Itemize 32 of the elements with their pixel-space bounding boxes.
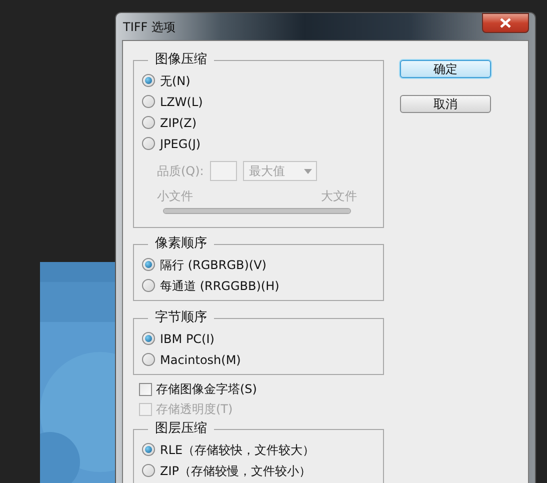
- radio-button[interactable]: [142, 464, 155, 477]
- radio-button[interactable]: [142, 116, 155, 129]
- option-label: LZW(L): [160, 94, 203, 110]
- option-label: ZIP（存储较慢，文件较小）: [160, 462, 311, 480]
- option-label: 隔行 (RGBRGB)(V): [160, 256, 266, 274]
- radio-button[interactable]: [142, 443, 155, 456]
- radio-button[interactable]: [142, 279, 155, 292]
- quality-label: 品质(Q):: [157, 163, 204, 180]
- checkbox[interactable]: [139, 382, 152, 396]
- radio-button[interactable]: [142, 137, 155, 150]
- close-icon: [500, 18, 511, 28]
- dialog-button[interactable]: 确定: [400, 60, 491, 78]
- checkbox-label: 存储图像金字塔(S): [156, 381, 257, 398]
- radio-button[interactable]: [142, 353, 155, 366]
- radio-button[interactable]: [142, 74, 155, 87]
- option-label: IBM PC(I): [160, 330, 214, 348]
- dialog-button[interactable]: 取消: [400, 95, 491, 113]
- caret-icon: [304, 168, 312, 174]
- option-label: ZIP(Z): [160, 114, 197, 132]
- radio-button[interactable]: [142, 95, 155, 108]
- radio-button[interactable]: [142, 332, 155, 345]
- option-label: 每通道 (RRGGBB)(H): [160, 278, 280, 294]
- slider-max-label: 大文件: [321, 188, 357, 205]
- close-button[interactable]: [482, 12, 529, 32]
- option-label: JPEG(J): [160, 136, 201, 152]
- window-title: TIFF 选项: [122, 18, 176, 36]
- option-label: 无(N): [160, 72, 190, 90]
- slider-min-label: 小文件: [157, 188, 193, 205]
- option-label: RLE（存储较快，文件较大）: [160, 442, 315, 458]
- checkbox-label: 存储透明度(T): [156, 401, 233, 418]
- option-label: Macintosh(M): [160, 352, 241, 368]
- radio-button[interactable]: [142, 258, 155, 271]
